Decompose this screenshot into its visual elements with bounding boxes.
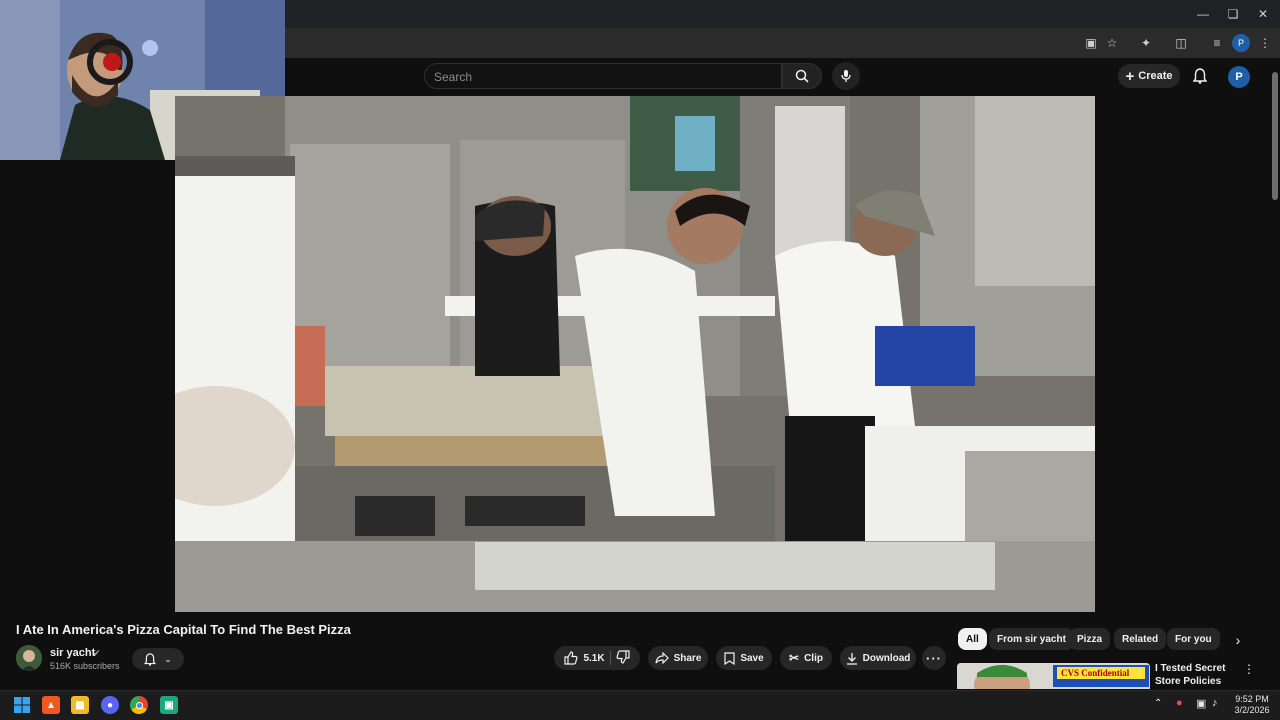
thumbs-up-icon (564, 651, 578, 665)
video-player[interactable] (175, 96, 1095, 612)
more-horizontal-icon: ··· (926, 650, 942, 666)
like-button[interactable]: 5.1K (564, 651, 605, 665)
windows-start-icon[interactable] (13, 696, 31, 714)
dislike-button[interactable] (616, 649, 630, 667)
like-dislike-group: 5.1K (554, 646, 640, 670)
close-icon[interactable]: ✕ (1248, 4, 1278, 24)
channel-name[interactable]: sir yacht (50, 647, 95, 659)
like-count: 5.1K (583, 652, 605, 664)
bookmark-icon (724, 651, 735, 665)
tray-overflow-icon[interactable]: ⌃ (1154, 698, 1162, 709)
discord-icon[interactable]: ● (101, 696, 119, 714)
chip-related[interactable]: Related (1114, 628, 1167, 650)
share-button[interactable]: Share (648, 646, 708, 670)
taskbar-clock-time[interactable]: 9:52 PM (1232, 694, 1272, 704)
video-title: I Ate In America's Pizza Capital To Find… (16, 622, 351, 637)
chip-all[interactable]: All (958, 628, 987, 650)
download-button[interactable]: Download (840, 646, 916, 670)
microphone-icon[interactable]: ● (1176, 697, 1183, 709)
chip-for-you[interactable]: For you (1167, 628, 1220, 650)
thumbs-down-icon (616, 649, 630, 664)
media-control-icon[interactable]: ≡ (1208, 34, 1226, 52)
recommendation-title[interactable]: I Tested Secret Store Policies (1155, 662, 1250, 688)
subscription-notification-button[interactable]: ⌄ (132, 648, 184, 670)
extensions-icon[interactable]: ✦ (1137, 34, 1155, 52)
search-icon (795, 69, 809, 83)
share-icon (654, 652, 669, 664)
plus-icon: + (1125, 67, 1135, 85)
volume-icon[interactable]: ♪ (1212, 697, 1218, 709)
network-icon[interactable]: ▣ (1196, 697, 1206, 710)
bookmark-star-icon[interactable]: ☆ (1103, 34, 1121, 52)
account-avatar-button[interactable]: P (1228, 66, 1250, 88)
chip-pizza[interactable]: Pizza (1069, 628, 1111, 650)
divider (609, 651, 611, 665)
taskbar (0, 690, 1280, 720)
restore-icon[interactable]: ❏ (1218, 4, 1248, 24)
download-label: Download (862, 652, 911, 664)
profile-icon[interactable]: P (1232, 34, 1250, 52)
scrollbar-thumb[interactable] (1272, 72, 1278, 200)
chevron-down-icon: ⌄ (164, 653, 172, 664)
chip-from-sir-yacht[interactable]: From sir yacht (989, 628, 1074, 650)
download-icon (846, 652, 857, 665)
save-label: Save (740, 652, 764, 664)
browser-title-bar (285, 0, 1280, 28)
thumbnail-text: CVS Confidential (1061, 668, 1130, 678)
microphone-icon (841, 70, 851, 82)
bell-icon (1193, 68, 1207, 84)
app-icon[interactable]: ▣ (160, 696, 178, 714)
browser-menu-icon[interactable]: ⋮ (1256, 34, 1274, 52)
search-input[interactable]: Search (424, 63, 782, 89)
save-button[interactable]: Save (716, 646, 772, 670)
bell-icon (144, 652, 157, 666)
file-explorer-icon[interactable]: ▩ (71, 696, 89, 714)
search-button[interactable] (782, 63, 822, 89)
notifications-button[interactable] (1190, 66, 1210, 86)
more-actions-button[interactable]: ··· (922, 646, 946, 670)
install-app-icon[interactable]: ▣ (1082, 34, 1100, 52)
subscriber-count: 516K subscribers (50, 661, 120, 671)
brave-browser-icon[interactable]: ▲ (42, 696, 60, 714)
create-button[interactable]: + Create (1118, 64, 1180, 88)
verified-badge-icon: ✔ (93, 648, 101, 658)
minimize-icon[interactable]: — (1188, 4, 1218, 24)
scissors-icon: ✂ (789, 651, 800, 665)
taskbar-clock-date[interactable]: 3/2/2026 (1232, 705, 1272, 715)
create-label: Create (1138, 70, 1173, 82)
recommendation-thumbnail[interactable]: CVS Confidential (957, 663, 1150, 689)
chrome-icon[interactable] (130, 696, 148, 714)
clip-button[interactable]: ✂ Clip (780, 646, 832, 670)
clip-label: Clip (804, 652, 823, 664)
more-vertical-icon[interactable]: ⋮ (1243, 662, 1255, 676)
chevron-right-icon[interactable]: › (1230, 632, 1246, 648)
browser-toolbar (285, 28, 1280, 58)
voice-search-button[interactable] (832, 62, 860, 90)
share-label: Share (673, 652, 702, 664)
cast-icon[interactable]: ◫ (1172, 34, 1190, 52)
channel-avatar[interactable] (16, 645, 42, 671)
